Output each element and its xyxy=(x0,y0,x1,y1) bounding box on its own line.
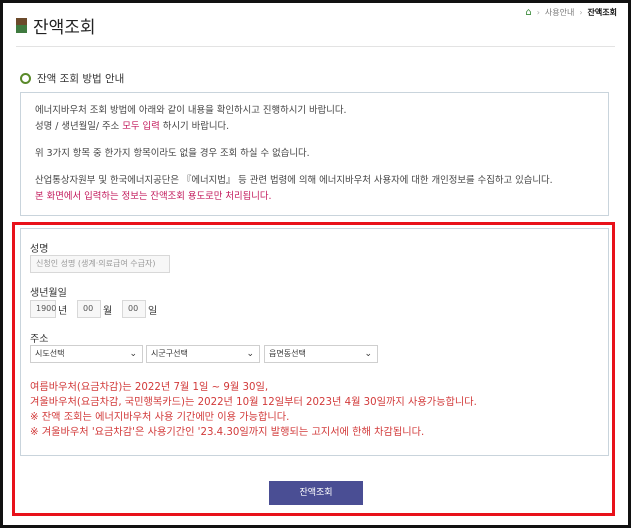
title-divider xyxy=(16,46,615,47)
section-heading: 잔액 조회 방법 안내 xyxy=(20,71,124,86)
info-line: 에너지바우처 조회 방법에 아래와 같이 내용을 확인하시고 진행하시기 바랍니… xyxy=(35,105,347,116)
notice-line: 겨울바우처(요금차감, 국민행복카드)는 2022년 10월 12일부터 202… xyxy=(30,397,477,408)
info-line: 성명 / 생년월일/ 주소 모두 입력 하시기 바랍니다. xyxy=(35,119,594,135)
usage-notice: 여름바우처(요금차감)는 2022년 7월 1일 ~ 9월 30일, 겨울바우처… xyxy=(30,380,477,440)
eup-select-value: 읍면동선택 xyxy=(269,349,306,358)
month-input[interactable]: 00 xyxy=(77,300,101,318)
notice-line: ※ 겨울바우처 '요금차감'은 사용기간인 '23.4.30일까지 발행되는 고… xyxy=(30,427,425,438)
eup-select[interactable]: 읍면동선택 ⌄ xyxy=(264,345,378,363)
chevron-down-icon: ⌄ xyxy=(364,349,372,359)
info-highlight: 모두 입력 xyxy=(122,121,160,132)
chevron-right-icon: › xyxy=(579,8,583,17)
address-label: 주소 xyxy=(30,334,49,345)
page-header: 잔액조회 xyxy=(16,13,96,38)
sido-select-value: 시도선택 xyxy=(35,349,65,358)
sigungu-select[interactable]: 시군구선택 ⌄ xyxy=(146,345,260,363)
breadcrumb-item-current: 잔액조회 xyxy=(587,8,617,17)
home-icon[interactable]: ⌂ xyxy=(525,7,531,18)
chevron-down-icon: ⌄ xyxy=(246,349,254,359)
sigungu-select-value: 시군구선택 xyxy=(151,349,188,358)
breadcrumb-item-guide[interactable]: 사용안내 xyxy=(545,7,574,18)
sido-select[interactable]: 시도선택 ⌄ xyxy=(30,345,143,363)
name-input[interactable]: 신청인 성명 (생계·의료급여 수급자) xyxy=(30,255,170,273)
notice-line: ※ 잔액 조회는 에너지바우처 사용 기간에만 이용 가능합니다. xyxy=(30,412,290,423)
year-input[interactable]: 1900 xyxy=(30,300,56,318)
day-unit: 일 xyxy=(148,306,158,317)
month-unit: 월 xyxy=(103,306,113,317)
info-line: 산업통상자원부 및 한국에너지공단은 『에너지법』 등 관련 법령에 의해 에너… xyxy=(35,175,553,186)
info-box: 에너지바우처 조회 방법에 아래와 같이 내용을 확인하시고 진행하시기 바랍니… xyxy=(20,92,609,216)
page-title: 잔액조회 xyxy=(33,18,96,38)
chevron-down-icon: ⌄ xyxy=(129,349,137,359)
section-title: 잔액 조회 방법 안내 xyxy=(37,73,125,85)
breadcrumb: ⌂ › 사용안내 › 잔액조회 xyxy=(525,7,617,18)
circle-bullet-icon xyxy=(20,73,31,84)
day-input[interactable]: 00 xyxy=(122,300,146,318)
info-line-highlight: 본 화면에서 입력하는 정보는 잔액조회 용도로만 처리됩니다. xyxy=(35,191,272,202)
title-bar-icon xyxy=(16,18,27,33)
info-line: 위 3가지 항목 중 한가지 항목이라도 없을 경우 조회 하실 수 없습니다. xyxy=(35,148,310,159)
name-label: 성명 xyxy=(30,244,49,255)
year-unit: 년 xyxy=(58,306,68,317)
notice-line: 여름바우처(요금차감)는 2022년 7월 1일 ~ 9월 30일, xyxy=(30,382,269,393)
balance-inquiry-button[interactable]: 잔액조회 xyxy=(269,481,363,505)
info-text: 하시기 바랍니다. xyxy=(159,121,230,132)
birth-label: 생년월일 xyxy=(30,288,67,299)
info-text: 성명 / 생년월일/ 주소 xyxy=(35,121,123,132)
chevron-right-icon: › xyxy=(536,8,540,17)
